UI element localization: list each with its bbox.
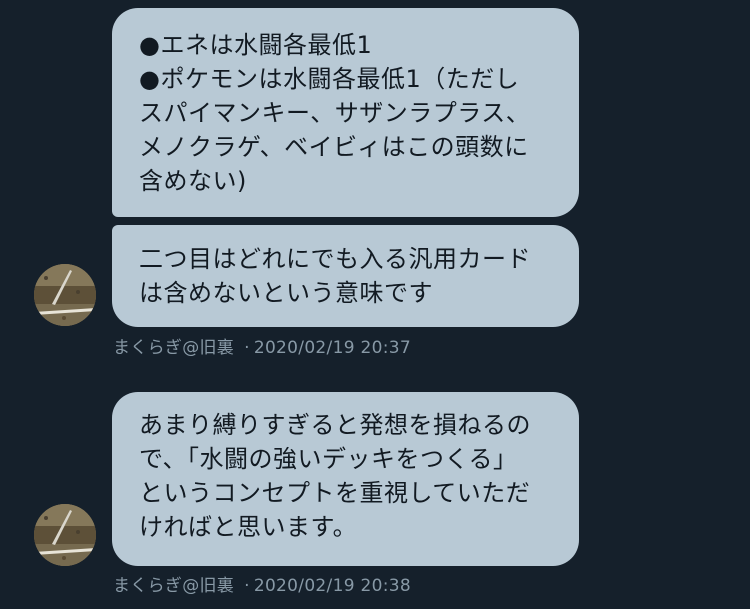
author-name[interactable]: まくらぎ@旧裏 bbox=[113, 576, 234, 596]
timestamp: 2020/02/19 20:38 bbox=[253, 576, 412, 596]
meta-separator: · bbox=[244, 576, 250, 596]
meta-separator: · bbox=[244, 338, 250, 358]
message-line: メノクラゲ、ベイビィはこの頭数に bbox=[139, 133, 529, 161]
message-meta: まくらぎ@旧裏 · 2020/02/19 20:37 bbox=[113, 337, 411, 359]
avatar[interactable] bbox=[34, 504, 96, 566]
message-line: ●ポケモンは水闘各最低1（ただし bbox=[139, 65, 520, 93]
message-line: 二つ目はどれにでも入る汎用カード bbox=[139, 245, 531, 273]
message-bubble[interactable]: あまり縛りすぎると発想を損ねるの で、「水闘の強いデッキをつくる」 というコンセ… bbox=[112, 392, 579, 566]
timestamp: 2020/02/19 20:37 bbox=[253, 338, 412, 358]
message-line: あまり縛りすぎると発想を損ねるの bbox=[139, 411, 531, 439]
message-line: ●エネは水闘各最低1 bbox=[139, 31, 373, 59]
message-bubble[interactable]: 二つ目はどれにでも入る汎用カード は含めないという意味です bbox=[112, 225, 579, 327]
dm-conversation: ●エネは水闘各最低1 ●ポケモンは水闘各最低1（ただし スパイマンキー、サザンラ… bbox=[0, 0, 750, 609]
user-avatar-photo-icon bbox=[34, 264, 96, 326]
message-line: 含めない) bbox=[139, 167, 247, 195]
message-line: は含めないという意味です bbox=[139, 279, 433, 307]
message-line: というコンセプトを重視していただ bbox=[139, 479, 531, 507]
avatar[interactable] bbox=[34, 264, 96, 326]
message-line: スパイマンキー、サザンラプラス、 bbox=[139, 99, 531, 127]
message-meta: まくらぎ@旧裏 · 2020/02/19 20:38 bbox=[113, 575, 411, 597]
message-bubble[interactable]: ●エネは水闘各最低1 ●ポケモンは水闘各最低1（ただし スパイマンキー、サザンラ… bbox=[112, 8, 579, 217]
message-line: で、「水闘の強いデッキをつくる」 bbox=[139, 445, 518, 473]
message-line: ければと思います。 bbox=[139, 513, 358, 541]
author-name[interactable]: まくらぎ@旧裏 bbox=[113, 338, 234, 358]
user-avatar-photo-icon bbox=[34, 504, 96, 566]
